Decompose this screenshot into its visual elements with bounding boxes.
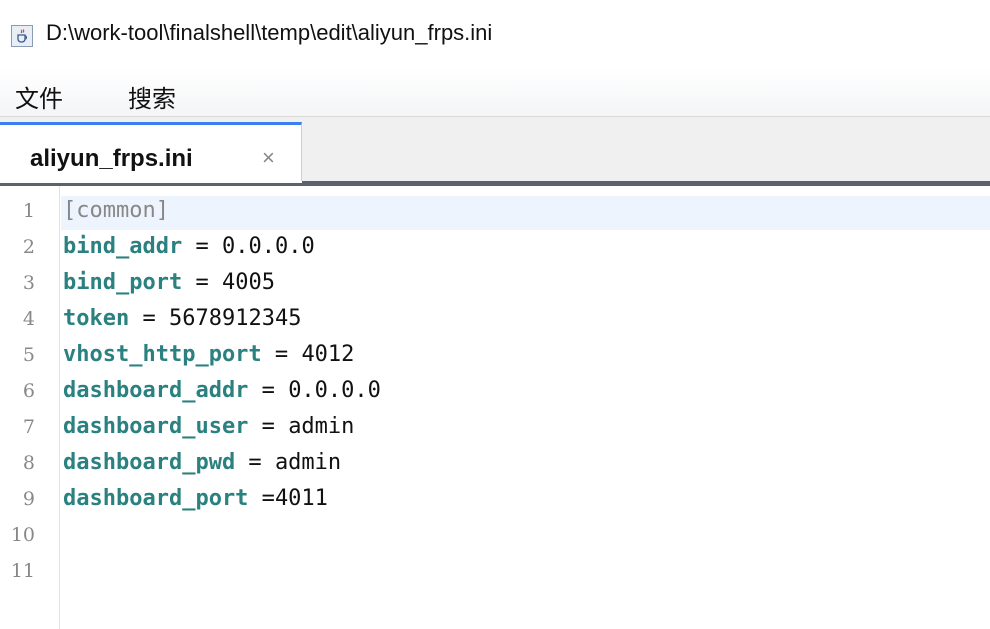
config-key: dashboard_pwd [63, 450, 236, 475]
config-value: admin [288, 414, 355, 439]
editor-line[interactable]: 4 token = 5678912345 [0, 302, 990, 338]
assignment-operator: = [248, 414, 289, 439]
line-number: 8 [22, 452, 35, 474]
config-value: 4012 [301, 342, 355, 367]
assignment-operator: = [248, 378, 289, 403]
menu-file[interactable]: 文件 [15, 79, 63, 114]
config-key: bind_port [63, 270, 183, 295]
line-number: 4 [22, 308, 35, 330]
config-value: 0.0.0.0 [221, 234, 315, 259]
code-text: vhost_http_port = 4012 [63, 342, 354, 367]
code-text: token = 5678912345 [63, 306, 301, 331]
title-bar: D:\work-tool\finalshell\temp\edit\aliyun… [0, 0, 990, 68]
config-key: dashboard_user [63, 414, 249, 439]
config-key: dashboard_port [63, 486, 249, 511]
tab-label: aliyun_frps.ini [30, 145, 193, 172]
line-number: 5 [22, 344, 35, 366]
section-header: [common] [63, 198, 169, 223]
tab-aliyun-frps[interactable]: aliyun_frps.ini × [0, 122, 302, 183]
editor-line[interactable]: 1 [common] [0, 194, 990, 230]
editor-line[interactable]: 10 [0, 518, 990, 554]
config-value: 0.0.0.0 [288, 378, 381, 403]
editor-line[interactable]: 7 dashboard_user = admin [0, 410, 990, 446]
editor-line[interactable]: 6 dashboard_addr = 0.0.0.0 [0, 374, 990, 410]
config-key: token [63, 306, 130, 331]
assignment-operator: = [182, 234, 222, 259]
assignment-operator: = [129, 306, 169, 331]
code-text: dashboard_pwd = admin [63, 450, 341, 475]
code-text: dashboard_port =4011 [63, 486, 328, 511]
menu-search[interactable]: 搜索 [128, 79, 176, 114]
line-number: 10 [10, 524, 35, 546]
editor-line[interactable]: 5 vhost_http_port = 4012 [0, 338, 990, 374]
menu-bar: 文件 搜索 [0, 68, 990, 116]
assignment-operator: = [182, 270, 222, 295]
code-text: bind_port = 4005 [63, 270, 275, 295]
config-value: 4011 [274, 486, 328, 511]
editor-line[interactable]: 2 bind_addr = 0.0.0.0 [0, 230, 990, 266]
config-value: 4005 [221, 270, 275, 295]
code-text: dashboard_addr = 0.0.0.0 [63, 378, 381, 403]
code-text: bind_addr = 0.0.0.0 [63, 234, 315, 259]
assignment-operator: = [261, 342, 302, 367]
code-text: [common] [63, 198, 169, 223]
editor-line[interactable]: 8 dashboard_pwd = admin [0, 446, 990, 482]
config-value: admin [274, 450, 342, 475]
config-key: dashboard_addr [63, 378, 249, 403]
line-number: 6 [22, 380, 35, 402]
assignment-operator: = [248, 486, 275, 511]
editor-line[interactable]: 3 bind_port = 4005 [0, 266, 990, 302]
editor-line[interactable]: 11 [0, 554, 990, 590]
tab-divider-gap [0, 181, 302, 183]
line-number: 2 [22, 236, 35, 258]
config-value: 5678912345 [168, 306, 302, 331]
editor-line[interactable]: 9 dashboard_port =4011 [0, 482, 990, 518]
line-number: 11 [10, 560, 35, 582]
config-key: bind_addr [63, 234, 183, 259]
close-icon[interactable]: × [262, 145, 275, 171]
tab-bar: aliyun_frps.ini × [0, 116, 990, 183]
line-number: 9 [22, 488, 35, 510]
line-number: 7 [22, 416, 35, 438]
java-cup-icon[interactable] [11, 25, 33, 47]
code-text: dashboard_user = admin [63, 414, 354, 439]
line-number: 1 [22, 200, 35, 222]
text-editor[interactable]: 1 [common] 2 bind_addr = 0.0.0.0 3 bind_port … [0, 186, 990, 629]
line-number: 3 [22, 272, 35, 294]
assignment-operator: = [235, 450, 275, 475]
config-key: vhost_http_port [63, 342, 262, 367]
window-title: D:\work-tool\finalshell\temp\edit\aliyun… [46, 20, 493, 45]
